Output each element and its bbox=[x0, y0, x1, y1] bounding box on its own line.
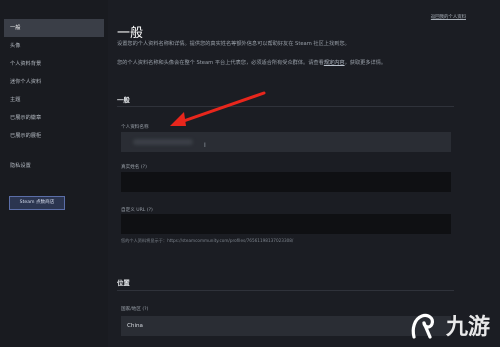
sidebar-divider bbox=[0, 145, 108, 157]
section-divider bbox=[117, 106, 454, 107]
blurred-name-value bbox=[133, 139, 193, 145]
watermark-logo-icon bbox=[411, 313, 434, 339]
text-cursor-icon: I bbox=[204, 142, 206, 149]
rules-link[interactable]: 规定内容 bbox=[324, 60, 345, 66]
real-name-input[interactable] bbox=[121, 172, 451, 192]
url-hint: 您的个人资料将显示于：https://steamcommunity.com/pr… bbox=[121, 238, 294, 243]
sidebar-item-theme[interactable]: 主题 bbox=[4, 91, 104, 109]
section-title-location: 位置 bbox=[117, 279, 130, 287]
sidebar-item-featured-badge[interactable]: 已展示的徽章 bbox=[4, 109, 104, 127]
section-title-general: 一般 bbox=[117, 96, 130, 104]
watermark-text: 九游 bbox=[445, 315, 490, 340]
profile-name-label: 个人资料名称 bbox=[121, 125, 149, 130]
sidebar-item-general[interactable]: 一般 bbox=[4, 19, 104, 37]
profile-name-input[interactable]: I bbox=[121, 132, 451, 152]
intro-paragraph-2: 您的个人资料名称和头像会在整个 Steam 平台上代表您，必须适合所有受众群体。… bbox=[117, 59, 457, 68]
custom-url-input[interactable] bbox=[121, 214, 451, 234]
sidebar-item-avatar[interactable]: 头像 bbox=[4, 37, 104, 55]
sidebar: 一般 头像 个人资料背景 迷你个人资料 主题 已展示的徽章 已展示的展柜 隐私设… bbox=[0, 0, 108, 347]
custom-url-label: 自定义 URL (?) bbox=[121, 208, 153, 213]
page-title: 一般 bbox=[117, 26, 144, 41]
sidebar-item-mini-profile[interactable]: 迷你个人资料 bbox=[4, 73, 104, 91]
sidebar-item-featured-showcase[interactable]: 已展示的展柜 bbox=[4, 127, 104, 145]
country-value: China bbox=[127, 323, 143, 329]
intro-text-a: 您的个人资料名称和头像会在整个 Steam 平台上代表您，必须适合所有受众群体。… bbox=[117, 60, 324, 66]
country-select[interactable]: China bbox=[121, 316, 451, 336]
steam-points-shop-button[interactable]: Steam 点数商店 bbox=[9, 196, 65, 210]
intro-paragraph-1: 设置您的个人资料名称和详情。提供您的真实姓名等额外信息可以帮助好友在 Steam… bbox=[117, 41, 350, 47]
country-label: 国家/地区 (?) bbox=[121, 307, 149, 312]
back-to-profile-link[interactable]: 返回我的个人资料 bbox=[431, 14, 466, 20]
real-name-label: 真实姓名 (?) bbox=[121, 165, 147, 170]
section-divider-location bbox=[117, 290, 454, 291]
intro-text-b: ，获取更多详情。 bbox=[344, 60, 387, 66]
sidebar-item-profile-background[interactable]: 个人资料背景 bbox=[4, 55, 104, 73]
sidebar-item-privacy[interactable]: 隐私设置 bbox=[4, 157, 104, 175]
